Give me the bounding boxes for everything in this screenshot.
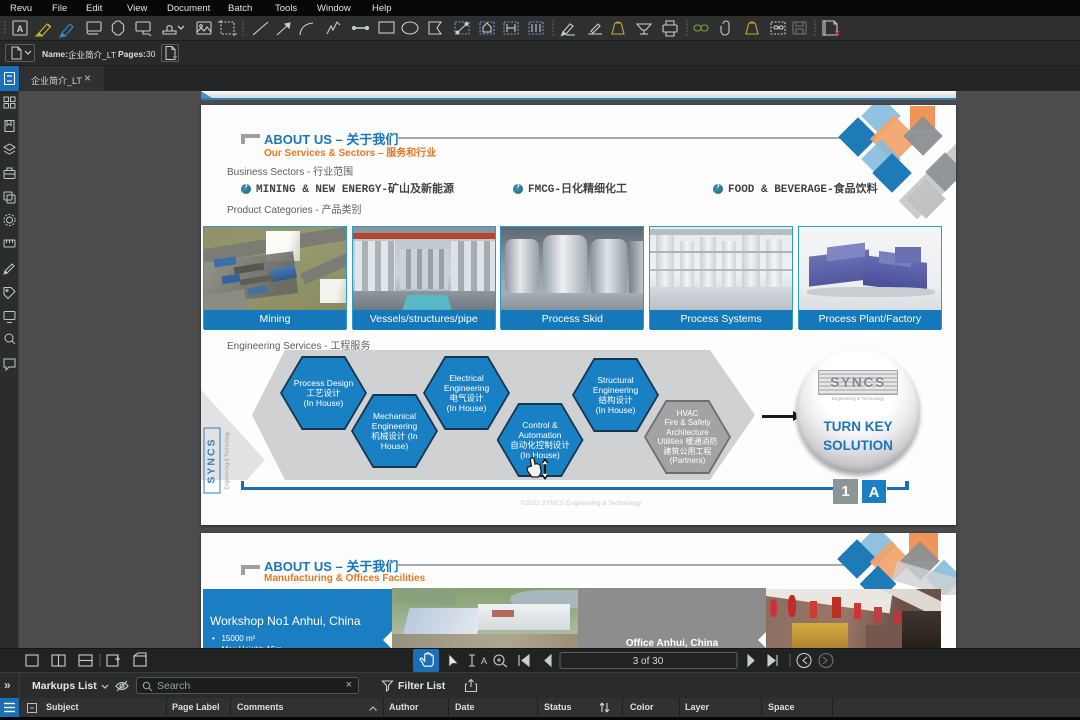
svg-text:A: A — [17, 24, 24, 34]
svg-text:3 of 30: 3 of 30 — [633, 656, 664, 667]
svg-text:A: A — [481, 656, 487, 666]
